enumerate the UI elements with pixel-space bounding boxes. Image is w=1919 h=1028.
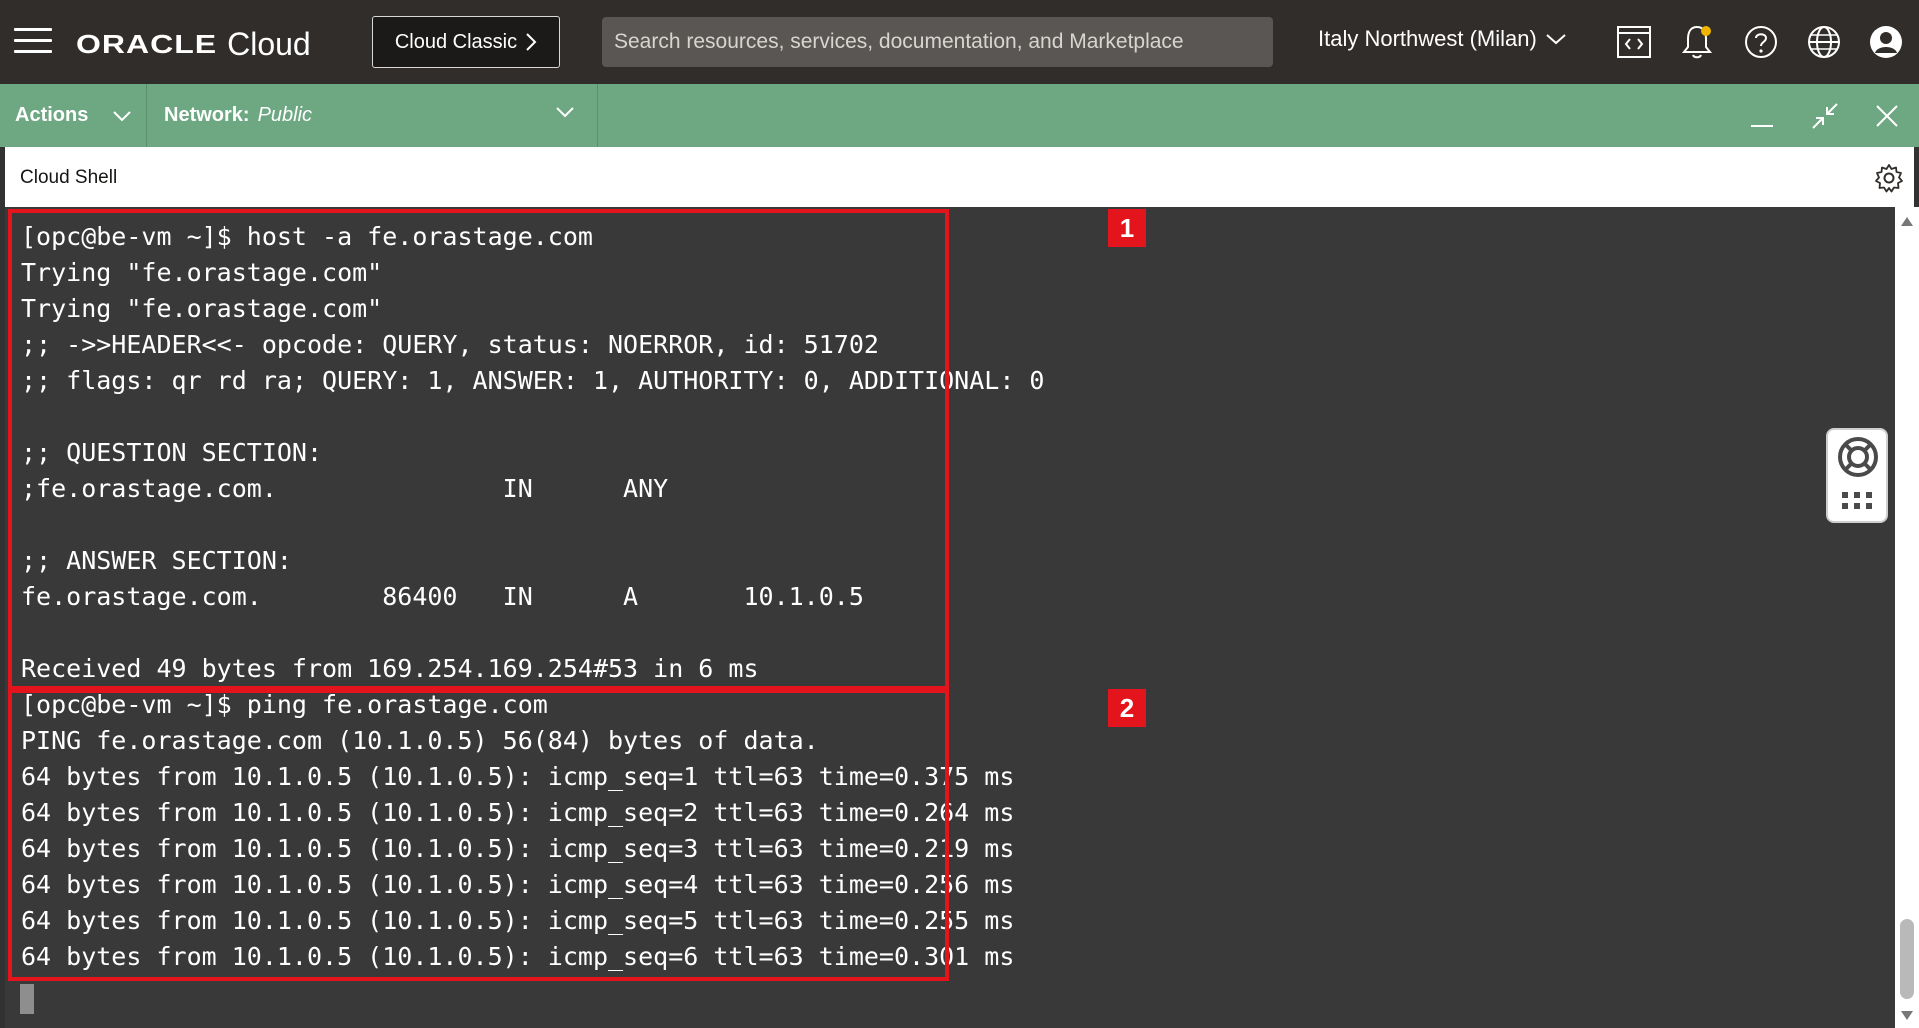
close-icon[interactable]	[1870, 100, 1904, 132]
actions-menu[interactable]: Actions	[0, 84, 147, 147]
actions-label: Actions	[15, 104, 89, 126]
network-value: Public	[257, 104, 313, 126]
language-globe-icon[interactable]	[1804, 22, 1844, 62]
chevron-down-icon	[556, 107, 574, 118]
hamburger-menu-icon[interactable]	[14, 28, 52, 54]
scroll-up-arrow-icon[interactable]	[1901, 217, 1913, 226]
logo-oracle-text: ORACLE	[76, 28, 218, 59]
highlight-label-1: 1	[1108, 209, 1146, 247]
cloud-shell-header: Cloud Shell	[5, 147, 1914, 207]
logo-cloud-text: Cloud	[227, 25, 311, 62]
help-widget[interactable]	[1826, 428, 1888, 523]
highlight-label-2: 2	[1108, 689, 1146, 727]
lifebuoy-icon	[1838, 437, 1878, 477]
minimize-icon[interactable]	[1745, 100, 1779, 132]
oracle-cloud-logo[interactable]: ORACLE Cloud	[76, 24, 311, 64]
highlight-box-2	[8, 689, 949, 981]
help-icon[interactable]	[1741, 22, 1781, 62]
chevron-down-icon	[113, 110, 132, 121]
cloud-classic-label: Cloud Classic	[394, 30, 518, 53]
restore-icon[interactable]	[1808, 100, 1842, 132]
terminal-scrollbar[interactable]	[1895, 207, 1919, 1028]
search-input[interactable]: Search resources, services, documentatio…	[602, 17, 1273, 67]
cloud-shell-title: Cloud Shell	[20, 167, 118, 188]
search-placeholder: Search resources, services, documentatio…	[614, 30, 1184, 53]
top-navigation-bar: ORACLE Cloud Cloud Classic Search resour…	[0, 0, 1919, 84]
scrollbar-thumb[interactable]	[1900, 919, 1914, 999]
chevron-right-icon	[526, 33, 537, 51]
highlight-box-1	[8, 209, 949, 690]
code-editor-icon[interactable]	[1614, 22, 1654, 62]
chevron-down-icon	[1546, 34, 1566, 45]
cloud-classic-button[interactable]: Cloud Classic	[372, 16, 560, 68]
network-label: Network:	[164, 104, 250, 126]
notifications-bell-icon[interactable]	[1677, 22, 1717, 62]
network-selector[interactable]: Network: Public	[148, 84, 598, 147]
scroll-down-arrow-icon[interactable]	[1901, 1011, 1913, 1020]
gear-icon[interactable]	[1874, 163, 1904, 193]
grid-apps-icon	[1842, 492, 1872, 509]
region-label: Italy Northwest (Milan)	[1318, 26, 1537, 51]
region-selector[interactable]: Italy Northwest (Milan)	[1318, 26, 1567, 52]
user-profile-icon[interactable]	[1866, 22, 1906, 62]
terminal-cursor	[20, 984, 34, 1014]
cloud-shell-toolbar: Actions Network: Public	[0, 84, 1919, 147]
